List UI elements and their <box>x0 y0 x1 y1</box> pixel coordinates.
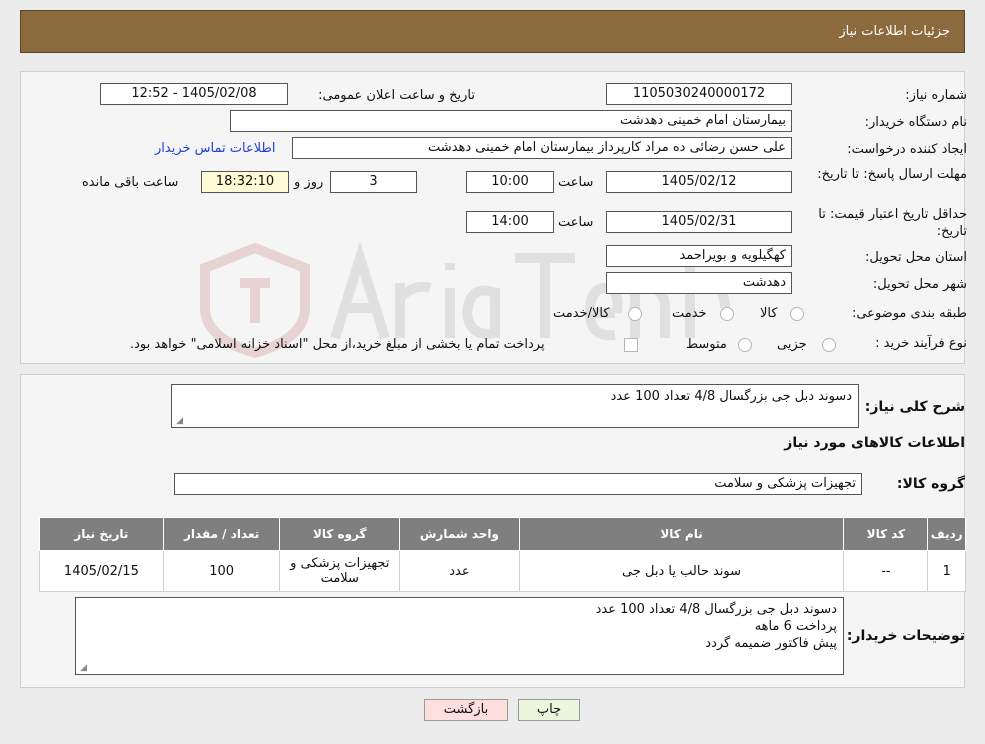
cell-row: 1 <box>927 550 966 592</box>
category-goods-service-label: کالا/خدمت <box>553 306 610 321</box>
items-section-title: اطلاعات کالاهای مورد نیاز <box>784 435 965 451</box>
col-group-header: گروه کالا <box>279 517 401 551</box>
buyer-notes-line: دسوند دبل جی بزرگسال 4/8 تعداد 100 عدد <box>595 602 837 617</box>
requester-field: علی حسن رضائی ده مراد کارپرداز بیمارستان… <box>292 137 792 159</box>
buyer-notes-label: توضیحات خریدار: <box>846 628 965 644</box>
back-button[interactable]: بازگشت <box>424 699 508 721</box>
purchase-minor-radio[interactable] <box>822 338 836 352</box>
summary-text: دسوند دبل جی بزرگسال 4/8 تعداد 100 عدد <box>610 389 852 404</box>
category-service-label: خدمت <box>672 306 707 321</box>
reply-deadline-time-field: 10:00 <box>466 171 554 193</box>
cell-name: سوند حالب یا دبل جی <box>518 550 845 592</box>
announce-date-label: تاریخ و ساعت اعلان عمومی: <box>318 88 475 103</box>
goods-group-field: تجهیزات پزشکی و سلامت <box>174 473 862 495</box>
province-field: کهگیلویه و بویراحمد <box>606 245 792 267</box>
items-table: ردیف کد کالا نام کالا واحد شمارش گروه کا… <box>39 517 966 592</box>
treasury-note: پرداخت تمام یا بخشی از مبلغ خرید،از محل … <box>130 337 545 352</box>
price-validity-time-field: 14:00 <box>466 211 554 233</box>
remaining-time-field: 18:32:10 <box>201 171 289 193</box>
summary-textarea[interactable]: دسوند دبل جی بزرگسال 4/8 تعداد 100 عدد ◢ <box>171 384 859 428</box>
reply-deadline-label: مهلت ارسال پاسخ: تا تاریخ: <box>817 167 967 182</box>
buyer-notes-line: پرداخت 6 ماهه <box>754 619 837 634</box>
table-header-row: ردیف کد کالا نام کالا واحد شمارش گروه کا… <box>39 517 966 551</box>
goods-group-label: گروه کالا: <box>896 476 965 492</box>
buyer-contact-link[interactable]: اطلاعات تماس خریدار <box>155 141 275 156</box>
need-number-label: شماره نیاز: <box>905 88 967 103</box>
price-validity-label: حداقل تاریخ اعتبار قیمت: تا تاریخ: <box>818 207 967 239</box>
treasury-docs-checkbox[interactable] <box>624 338 638 352</box>
cell-date: 1405/02/15 <box>39 550 164 592</box>
price-validity-date-field: 1405/02/31 <box>606 211 792 233</box>
need-number-field: 1105030240000172 <box>606 83 792 105</box>
remaining-days-field: 3 <box>330 171 417 193</box>
purchase-minor-label: جزیی <box>777 337 807 352</box>
category-goods-service-radio[interactable] <box>628 307 642 321</box>
col-code-header: کد کالا <box>843 517 929 551</box>
col-qty-header: تعداد / مقدار <box>162 517 281 551</box>
resize-handle-icon[interactable]: ◢ <box>174 417 183 426</box>
city-field: دهدشت <box>606 272 792 294</box>
category-goods-label: کالا <box>760 306 778 321</box>
category-label: طبقه بندی موضوعی: <box>851 306 967 321</box>
resize-handle-icon[interactable]: ◢ <box>78 664 87 673</box>
reply-time-label: ساعت <box>558 175 594 190</box>
days-label: روز و <box>294 175 324 190</box>
buyer-notes-line: پیش فاکتور ضمیمه گردد <box>705 636 837 651</box>
purchase-medium-radio[interactable] <box>738 338 752 352</box>
purchase-type-label: نوع فرآیند خرید : <box>875 336 967 351</box>
buyer-org-field: بیمارستان امام خمینی دهدشت <box>230 110 792 132</box>
col-unit-header: واحد شمارش <box>399 517 520 551</box>
page-title: جزئیات اطلاعات نیاز <box>839 24 950 39</box>
col-row-header: ردیف <box>927 517 966 551</box>
remaining-label: ساعت باقی مانده <box>82 175 179 190</box>
print-button[interactable]: چاپ <box>518 699 580 721</box>
cell-unit: عدد <box>399 550 520 592</box>
page-header: جزئیات اطلاعات نیاز <box>20 10 965 53</box>
requester-label: ایجاد کننده درخواست: <box>847 142 967 157</box>
cell-group: تجهیزات پزشکی و سلامت <box>279 550 401 592</box>
buyer-notes-textarea[interactable]: دسوند دبل جی بزرگسال 4/8 تعداد 100 عدد پ… <box>75 597 844 675</box>
province-label: استان محل تحویل: <box>865 250 967 265</box>
price-time-label: ساعت <box>558 215 594 230</box>
summary-label: شرح کلی نیاز: <box>864 399 965 415</box>
cell-code: -- <box>843 550 929 592</box>
city-label: شهر محل تحویل: <box>872 277 967 292</box>
col-date-header: تاریخ نیاز <box>39 517 164 551</box>
cell-qty: 100 <box>162 550 281 592</box>
buyer-org-label: نام دستگاه خریدار: <box>864 115 967 130</box>
purchase-medium-label: متوسط <box>686 337 727 352</box>
category-goods-radio[interactable] <box>790 307 804 321</box>
category-service-radio[interactable] <box>720 307 734 321</box>
table-row: 1 -- سوند حالب یا دبل جی عدد تجهیزات پزش… <box>39 550 966 592</box>
col-name-header: نام کالا <box>518 517 845 551</box>
reply-deadline-date-field: 1405/02/12 <box>606 171 792 193</box>
announce-date-field: 1405/02/08 - 12:52 <box>100 83 288 105</box>
